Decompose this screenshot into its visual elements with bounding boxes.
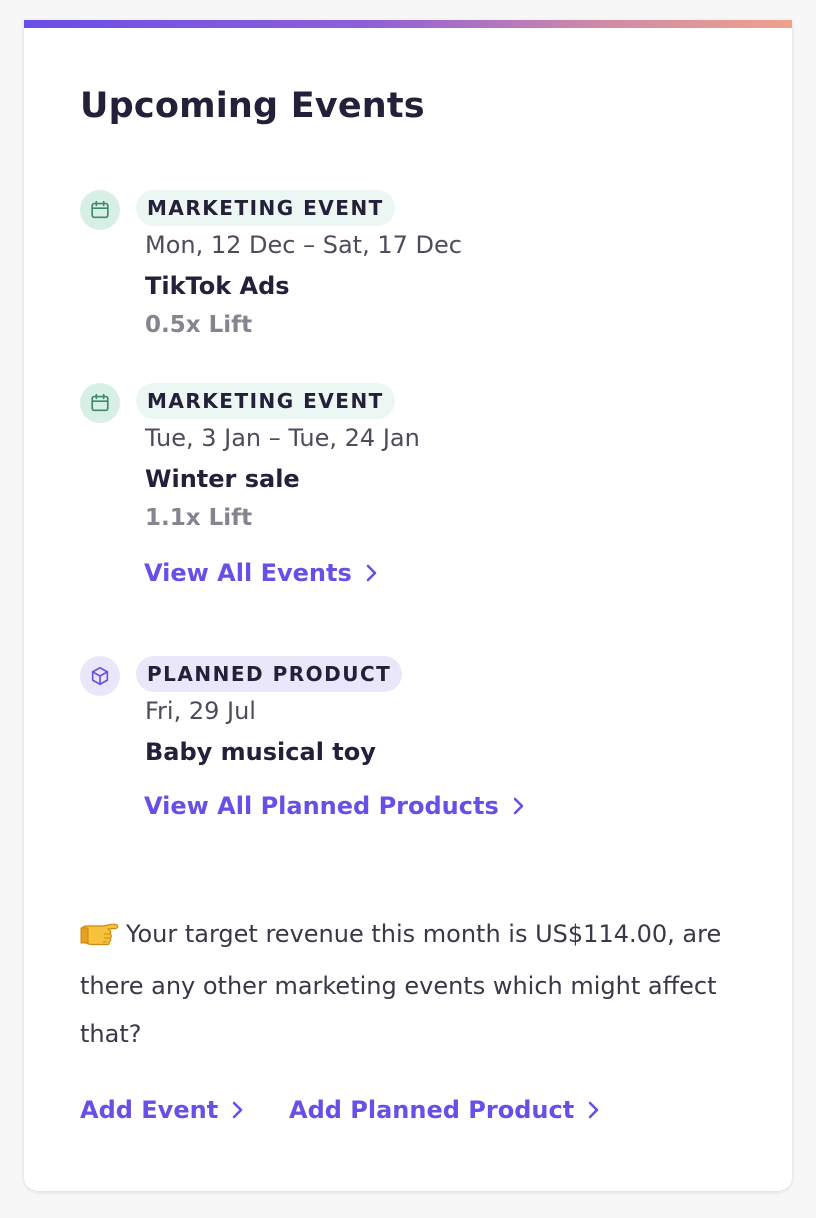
target-revenue-message: Your target revenue this month is US$114… — [80, 910, 750, 1058]
view-all-events-link[interactable]: View All Events — [144, 559, 378, 587]
event-name: TikTok Ads — [145, 272, 290, 300]
chevron-right-icon — [364, 563, 378, 583]
card-accent-bar — [24, 20, 792, 28]
event-type-badge: MARKETING EVENT — [136, 190, 395, 226]
target-revenue-text: Your target revenue this month is US$114… — [80, 920, 722, 1048]
calendar-icon — [80, 383, 120, 423]
card-title: Upcoming Events — [80, 86, 425, 126]
view-all-events-label: View All Events — [144, 559, 352, 587]
event-name: Winter sale — [145, 465, 300, 493]
event-lift: 1.1x Lift — [145, 505, 253, 531]
box-icon — [80, 656, 120, 696]
view-all-planned-products-link[interactable]: View All Planned Products — [144, 792, 525, 820]
event-dates: Tue, 3 Jan – Tue, 24 Jan — [145, 424, 420, 452]
view-all-planned-products-label: View All Planned Products — [144, 792, 499, 820]
planned-product-badge: PLANNED PRODUCT — [136, 656, 403, 692]
chevron-right-icon — [511, 796, 525, 816]
pointing-hand-icon — [80, 914, 120, 962]
add-planned-product-label: Add Planned Product — [289, 1096, 575, 1124]
event-type-badge: MARKETING EVENT — [136, 383, 395, 419]
upcoming-events-card: Upcoming Events MARKETING EVENT Mon, 12 … — [24, 20, 792, 1191]
chevron-right-icon — [586, 1100, 600, 1120]
chevron-right-icon — [230, 1100, 244, 1120]
planned-product-name: Baby musical toy — [145, 738, 376, 766]
event-lift: 0.5x Lift — [145, 312, 253, 338]
event-dates: Mon, 12 Dec – Sat, 17 Dec — [145, 231, 462, 259]
add-event-button[interactable]: Add Event — [80, 1096, 244, 1124]
planned-product-date: Fri, 29 Jul — [145, 697, 256, 725]
add-planned-product-button[interactable]: Add Planned Product — [289, 1096, 600, 1124]
calendar-icon — [80, 190, 120, 230]
add-event-label: Add Event — [80, 1096, 219, 1124]
